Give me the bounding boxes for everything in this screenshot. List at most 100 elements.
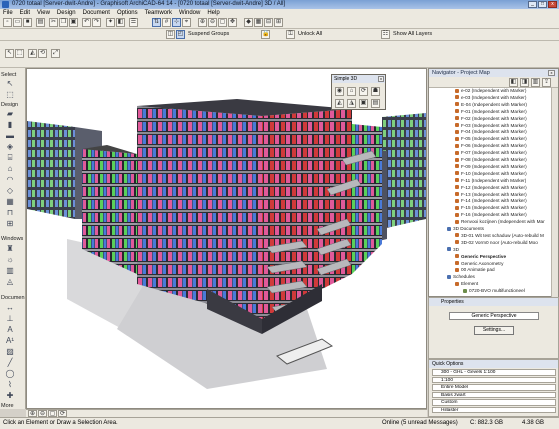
trace-icon[interactable]: ◧ — [116, 18, 125, 27]
lock-icon[interactable]: 🔒 — [261, 30, 270, 39]
menu-design[interactable]: Design — [57, 9, 76, 17]
level-dimension-icon[interactable]: ⊥ — [5, 314, 15, 324]
cut-icon[interactable]: ✂ — [49, 18, 58, 27]
line-tool-icon[interactable]: ╱ — [5, 358, 15, 368]
navigator-item[interactable]: F-12 (Independent with Marker) — [455, 185, 558, 190]
navigator-item[interactable]: Renvooi kozijnen (Independent with Mar — [455, 219, 558, 224]
fit-bottom-icon[interactable]: ▢ — [48, 410, 57, 417]
navigator-item[interactable]: 00 Animatie pad — [455, 267, 558, 272]
print-icon[interactable]: ▤ — [36, 18, 45, 27]
pan-icon[interactable]: ✥ — [228, 18, 237, 27]
close-window-button[interactable]: x — [548, 1, 557, 8]
walk-icon[interactable]: ☗ — [371, 87, 380, 96]
elevation-icon[interactable]: ⊞ — [274, 18, 283, 27]
grid-snap-icon[interactable]: # — [162, 18, 171, 27]
navigator-item[interactable]: F-06 (Independent with Marker) — [455, 143, 558, 148]
stretch-icon[interactable]: ⤢ — [51, 49, 60, 58]
guide-lines-icon[interactable]: ⊹ — [172, 18, 181, 27]
project-map-icon[interactable]: ◧ — [509, 78, 518, 87]
navigator-item[interactable]: e-02 (Independent with Marker) — [455, 88, 558, 93]
navigator-item[interactable]: Element — [455, 281, 558, 286]
layout-book-icon[interactable]: ▥ — [531, 78, 540, 87]
navigator-item[interactable]: F-13 (Independent with Marker) — [455, 192, 558, 197]
menu-teamwork[interactable]: Teamwork — [145, 9, 172, 17]
zone-tool-icon[interactable]: ▥ — [5, 266, 15, 276]
3d-window-icon[interactable]: ◆ — [244, 18, 253, 27]
layer-icon[interactable]: ☰ — [129, 18, 138, 27]
arrow-tool-icon[interactable]: ↖ — [5, 49, 14, 58]
layer-combination-select[interactable]: 300 - GHL - Gevels 1:100 — [432, 369, 556, 376]
render-icon[interactable]: ▣ — [359, 99, 368, 108]
floor-plan-icon[interactable]: ▦ — [254, 18, 263, 27]
door-tool-icon[interactable]: ⊓ — [5, 208, 15, 218]
save-icon[interactable]: ■ — [23, 18, 32, 27]
publisher-icon[interactable]: ⇪ — [542, 78, 551, 87]
arrow-icon[interactable]: ↖ — [5, 79, 15, 89]
simple-3d-close-icon[interactable]: x — [378, 76, 384, 82]
structure-display-select[interactable]: Entire Model — [432, 384, 556, 391]
camera-icon[interactable]: ◉ — [335, 87, 344, 96]
navigator-item[interactable]: 3D-02 Vorm0 noor (Auto-rebuild Moo — [455, 240, 558, 245]
navigator-item[interactable]: F-01 (Independent with Marker) — [455, 109, 558, 114]
navigator-item[interactable]: F-03 (Independent with Marker) — [455, 123, 558, 128]
view-name-field[interactable]: Generic Perspective — [449, 312, 539, 320]
navigator-item[interactable]: 3D — [447, 247, 551, 252]
redo-icon[interactable]: ↷ — [92, 18, 101, 27]
navigator-item[interactable]: 0720-BVO multifunctioneel — [463, 288, 558, 293]
navigator-item[interactable]: 3D-01 Wit test schaduw (Auto-rebuild M — [455, 233, 558, 238]
menu-document[interactable]: Document — [83, 9, 110, 17]
perspective-icon[interactable]: ◭ — [335, 99, 344, 108]
teamwork-status[interactable]: Online (5 unread Messages) — [382, 418, 458, 429]
navigator-item[interactable]: Schedules — [447, 274, 551, 279]
shell-tool-icon[interactable]: ◠ — [5, 175, 15, 185]
menu-view[interactable]: View — [37, 9, 50, 17]
navigator-item[interactable]: F-16 (Independent with Marker) — [455, 212, 558, 217]
navigator-item[interactable]: F-11 (Independent with Marker) — [455, 178, 558, 183]
navigator-item[interactable]: F-15 (Independent with Marker) — [455, 205, 558, 210]
menu-window[interactable]: Window — [179, 9, 200, 17]
object-tool-icon[interactable]: ♜ — [5, 244, 15, 254]
menu-edit[interactable]: Edit — [20, 9, 30, 17]
zoom-in-icon[interactable]: ⊕ — [198, 18, 207, 27]
arc-tool-icon[interactable]: ◯ — [5, 369, 15, 379]
group-icon[interactable]: ◫ — [166, 30, 175, 39]
new-file-icon[interactable]: ▫ — [3, 18, 12, 27]
gravity-icon[interactable]: ⇅ — [152, 18, 161, 27]
show-all-layers-icon[interactable]: ☷ — [381, 30, 390, 39]
menu-file[interactable]: File — [3, 9, 13, 17]
paste-icon[interactable]: ▣ — [69, 18, 78, 27]
minimize-button[interactable]: _ — [528, 1, 537, 8]
section-icon[interactable]: ⊟ — [264, 18, 273, 27]
magic-wand-icon[interactable]: ✦ — [106, 18, 115, 27]
marquee-tool-icon[interactable]: ⬚ — [5, 90, 15, 100]
scale-select[interactable]: 1:100 — [432, 376, 556, 383]
window-tool-icon[interactable]: ⊞ — [5, 219, 15, 229]
navigator-item[interactable]: F-09 (Independent with Marker) — [455, 164, 558, 169]
settings-button[interactable]: Settings... — [474, 326, 514, 335]
axonometry-icon[interactable]: ◮ — [347, 99, 356, 108]
photo-icon[interactable]: ▤ — [371, 99, 380, 108]
navigator-item[interactable]: Generic Perspective — [455, 254, 558, 259]
fill-tool-icon[interactable]: ▨ — [5, 347, 15, 357]
orbit-icon[interactable]: ⟳ — [359, 87, 368, 96]
house-view-icon[interactable]: ⌂ — [347, 87, 356, 96]
polyline-tool-icon[interactable]: ⌇ — [5, 380, 15, 390]
fit-in-window-icon[interactable]: ▢ — [218, 18, 227, 27]
model-view-options-select[interactable]: Custom — [432, 399, 556, 406]
unlock-all-button[interactable]: Unlock All — [298, 29, 322, 40]
hotspot-tool-icon[interactable]: ✚ — [5, 391, 15, 401]
cursor-snap-icon[interactable]: ⌖ — [182, 18, 191, 27]
suspend-groups-button[interactable]: Suspend Groups — [188, 29, 229, 40]
navigator-item[interactable]: Generic Axonometry — [455, 261, 558, 266]
undo-icon[interactable]: ↶ — [82, 18, 91, 27]
3d-viewport[interactable] — [26, 68, 427, 409]
navigator-item[interactable]: F-07 (Independent with Marker) — [455, 150, 558, 155]
unlock-all-icon[interactable]: ⚿ — [286, 30, 295, 39]
selection-method-icon[interactable]: ◭ — [28, 49, 37, 58]
menu-options[interactable]: Options — [117, 9, 138, 17]
renovation-filter-select[interactable]: Hillaster — [432, 406, 556, 413]
wall-tool-icon[interactable]: ▰ — [5, 109, 15, 119]
marquee-icon[interactable]: ⬚ — [15, 49, 24, 58]
show-all-layers-button[interactable]: Show All Layers — [393, 29, 432, 40]
zoom-level-icon[interactable]: ⊕ — [28, 410, 37, 417]
